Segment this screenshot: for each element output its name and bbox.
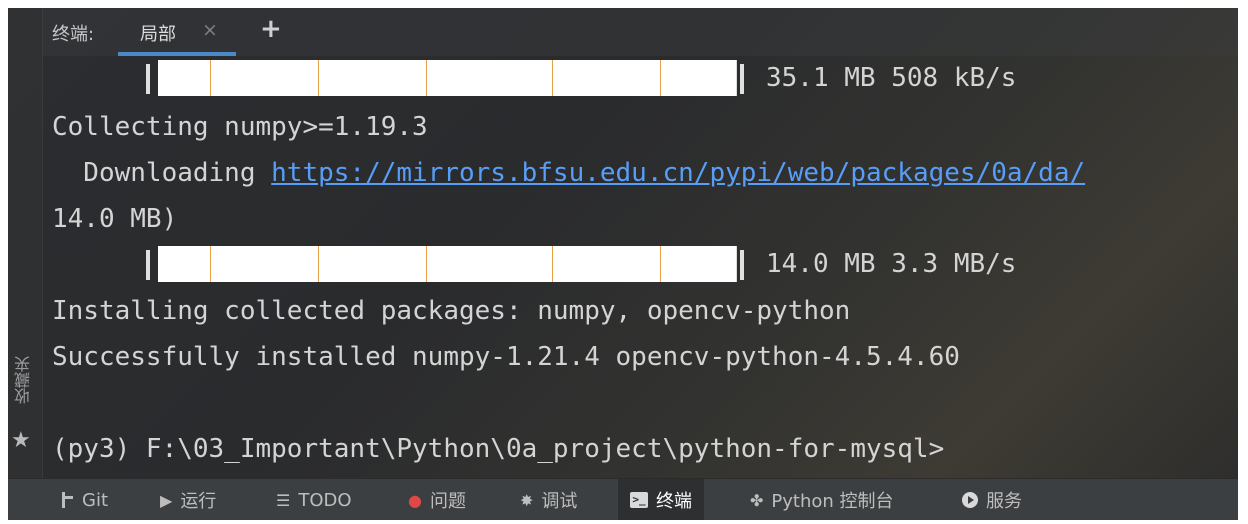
progress-bar-1: 35.1 MB 508 kB/s xyxy=(52,58,1232,98)
progress-bar-2-text: 14.0 MB 3.3 MB/s xyxy=(766,249,1017,279)
star-icon[interactable]: ★ xyxy=(11,428,31,453)
progress-bar-end xyxy=(740,64,744,94)
tool-terminal-button[interactable]: >_ 终端 xyxy=(618,479,704,520)
terminal-line-downloading: Downloading https://mirrors.bfsu.edu.cn/… xyxy=(52,150,1085,196)
terminal-icon: >_ xyxy=(630,492,648,508)
services-icon xyxy=(962,492,978,508)
terminal-line: Collecting numpy>=1.19.3 xyxy=(52,112,428,142)
terminal-tab-bar: 终端: 局部 × + xyxy=(42,8,1238,56)
error-icon: ● xyxy=(408,490,422,510)
play-icon: ▶ xyxy=(160,490,173,510)
downloading-label: Downloading xyxy=(52,158,272,188)
progress-bar-start xyxy=(146,64,150,94)
close-icon[interactable]: × xyxy=(202,19,218,41)
tool-todo-button[interactable]: ☰ TODO xyxy=(276,479,352,520)
tool-python-console-button[interactable]: ✤ Python 控制台 xyxy=(750,479,894,520)
tool-debug-label: 调试 xyxy=(541,491,578,512)
tool-services-button[interactable]: 服务 xyxy=(962,479,1022,520)
tool-window-bar: Git ▶ 运行 ☰ TODO ● 问题 ✸ 调试 >_ 终端 ✤ Python… xyxy=(8,478,1238,520)
download-link[interactable]: https://mirrors.bfsu.edu.cn/pypi/web/pac… xyxy=(271,158,1085,188)
progress-bar-end xyxy=(740,250,744,280)
terminal-line: Successfully installed numpy-1.21.4 open… xyxy=(52,342,960,372)
left-tool-strip: 收藏夹 ★ xyxy=(8,8,43,478)
terminal-line: Installing collected packages: numpy, op… xyxy=(52,296,851,326)
bug-icon: ✸ xyxy=(520,490,534,510)
tool-run-label: 运行 xyxy=(180,491,217,512)
add-tab-icon[interactable]: + xyxy=(260,14,282,44)
ide-terminal-window: 收藏夹 ★ 终端: 局部 × + 35.1 MB 508 kB/s Collec… xyxy=(8,8,1238,520)
tool-debug-button[interactable]: ✸ 调试 xyxy=(520,479,577,520)
terminal-output[interactable]: 35.1 MB 508 kB/s Collecting numpy>=1.19.… xyxy=(52,56,1238,476)
progress-bar-1-text: 35.1 MB 508 kB/s xyxy=(766,63,1017,93)
terminal-label: 终端: xyxy=(52,24,95,45)
git-branch-icon xyxy=(60,492,74,508)
tab-local[interactable]: 局部 × xyxy=(118,8,236,56)
python-icon: ✤ xyxy=(750,490,764,510)
tool-todo-label: TODO xyxy=(298,489,352,511)
tool-git-label: Git xyxy=(82,489,109,511)
bookmarks-tool-label[interactable]: 收藏夹 xyxy=(12,356,38,404)
tool-terminal-label: 终端 xyxy=(656,491,692,512)
terminal-line: 14.0 MB) xyxy=(52,204,178,234)
progress-bar-start xyxy=(146,250,150,280)
progress-bar-fill xyxy=(158,60,737,96)
list-icon: ☰ xyxy=(276,490,291,510)
tool-problems-button[interactable]: ● 问题 xyxy=(408,479,466,520)
tool-python-console-label: Python 控制台 xyxy=(771,491,894,512)
terminal-prompt[interactable]: (py3) F:\03_Important\Python\0a_project\… xyxy=(52,426,944,472)
tool-problems-label: 问题 xyxy=(429,491,466,512)
progress-bar-2: 14.0 MB 3.3 MB/s xyxy=(52,244,1232,284)
tool-services-label: 服务 xyxy=(986,491,1022,512)
tool-git-button[interactable]: Git xyxy=(60,479,108,520)
tab-local-label: 局部 xyxy=(140,24,176,45)
progress-bar-fill xyxy=(158,246,737,282)
tool-run-button[interactable]: ▶ 运行 xyxy=(160,479,216,520)
